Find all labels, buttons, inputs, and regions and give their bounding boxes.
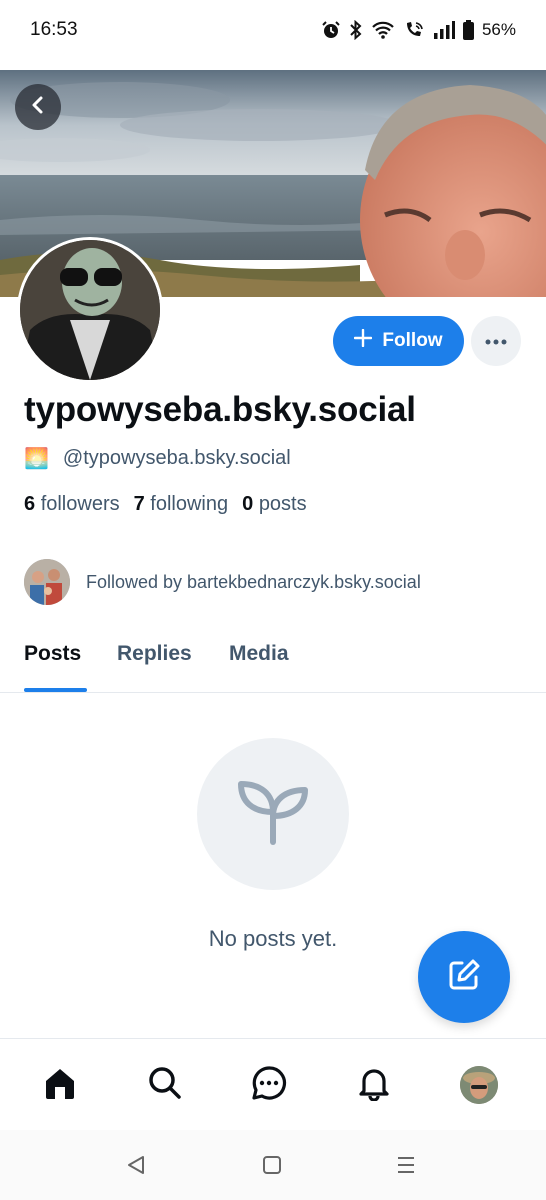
square-home-icon <box>262 1155 282 1180</box>
system-home-button[interactable] <box>257 1152 287 1182</box>
nav-home[interactable] <box>36 1061 84 1109</box>
wifi-icon <box>371 20 395 40</box>
wifi-call-icon <box>403 20 425 40</box>
chevron-left-icon <box>28 95 48 120</box>
following-count: 7 <box>133 493 145 515</box>
tab-posts[interactable]: Posts <box>24 642 81 666</box>
system-navigation-bar <box>0 1130 546 1200</box>
battery-percent: 56% <box>481 20 516 39</box>
back-button[interactable] <box>15 84 61 130</box>
profile-handle-row: 🌅 @typowyseba.bsky.social <box>24 446 291 471</box>
nav-search[interactable] <box>141 1061 189 1109</box>
profile-handle: @typowyseba.bsky.social <box>62 447 291 469</box>
followers-count: 6 <box>24 493 36 515</box>
profile-avatar-icon <box>460 1066 498 1104</box>
following-link[interactable]: 7 following <box>134 493 229 516</box>
sunrise-emoji: 🌅 <box>24 448 49 470</box>
bottom-navigation <box>0 1038 546 1131</box>
followed-by-text: Followed by bartekbednarczyk.bsky.social <box>86 571 421 592</box>
follow-button[interactable]: Follow <box>333 316 464 366</box>
profile-stats: 6 followers 7 following 0 posts <box>24 493 307 516</box>
status-icons: 56% <box>321 16 516 44</box>
bell-icon <box>356 1065 392 1106</box>
follower-avatar <box>24 559 70 605</box>
profile-display-name: typowyseba.bsky.social <box>24 390 416 429</box>
status-bar: 16:53 56% <box>0 0 546 62</box>
ellipsis-icon <box>485 332 507 350</box>
following-label: following <box>150 493 229 515</box>
posts-count-group: 0 posts <box>242 493 307 516</box>
empty-state-illustration <box>197 738 349 890</box>
followed-by-row[interactable]: Followed by bartekbednarczyk.bsky.social <box>24 559 421 605</box>
chat-icon <box>251 1065 287 1106</box>
posts-count: 0 <box>242 493 254 515</box>
nav-notifications[interactable] <box>350 1061 398 1109</box>
compose-icon <box>446 957 482 998</box>
follow-label: Follow <box>382 330 443 351</box>
nav-chat[interactable] <box>245 1061 293 1109</box>
more-options-button[interactable] <box>471 316 521 366</box>
active-tab-indicator <box>24 688 87 692</box>
home-icon <box>42 1065 78 1106</box>
signal-icon <box>433 21 455 39</box>
followers-label: followers <box>40 493 120 515</box>
menu-lines-icon <box>395 1155 417 1180</box>
profile-tabs: Posts Replies Media <box>0 642 546 693</box>
posts-label: posts <box>258 493 307 515</box>
bluetooth-icon <box>349 20 363 40</box>
triangle-back-icon <box>125 1154 147 1181</box>
nav-profile[interactable] <box>455 1061 503 1109</box>
profile-avatar[interactable] <box>17 237 163 383</box>
tab-media[interactable]: Media <box>229 642 289 666</box>
search-icon <box>147 1065 183 1106</box>
plus-icon <box>354 328 373 353</box>
followers-link[interactable]: 6 followers <box>24 493 120 516</box>
sprout-icon <box>233 772 313 857</box>
status-time: 16:53 <box>30 19 78 40</box>
alarm-icon <box>321 20 341 40</box>
system-back-button[interactable] <box>121 1152 151 1182</box>
tab-replies[interactable]: Replies <box>117 642 192 666</box>
system-recents-button[interactable] <box>391 1152 421 1182</box>
battery-icon <box>462 20 474 40</box>
compose-button[interactable] <box>418 931 510 1023</box>
